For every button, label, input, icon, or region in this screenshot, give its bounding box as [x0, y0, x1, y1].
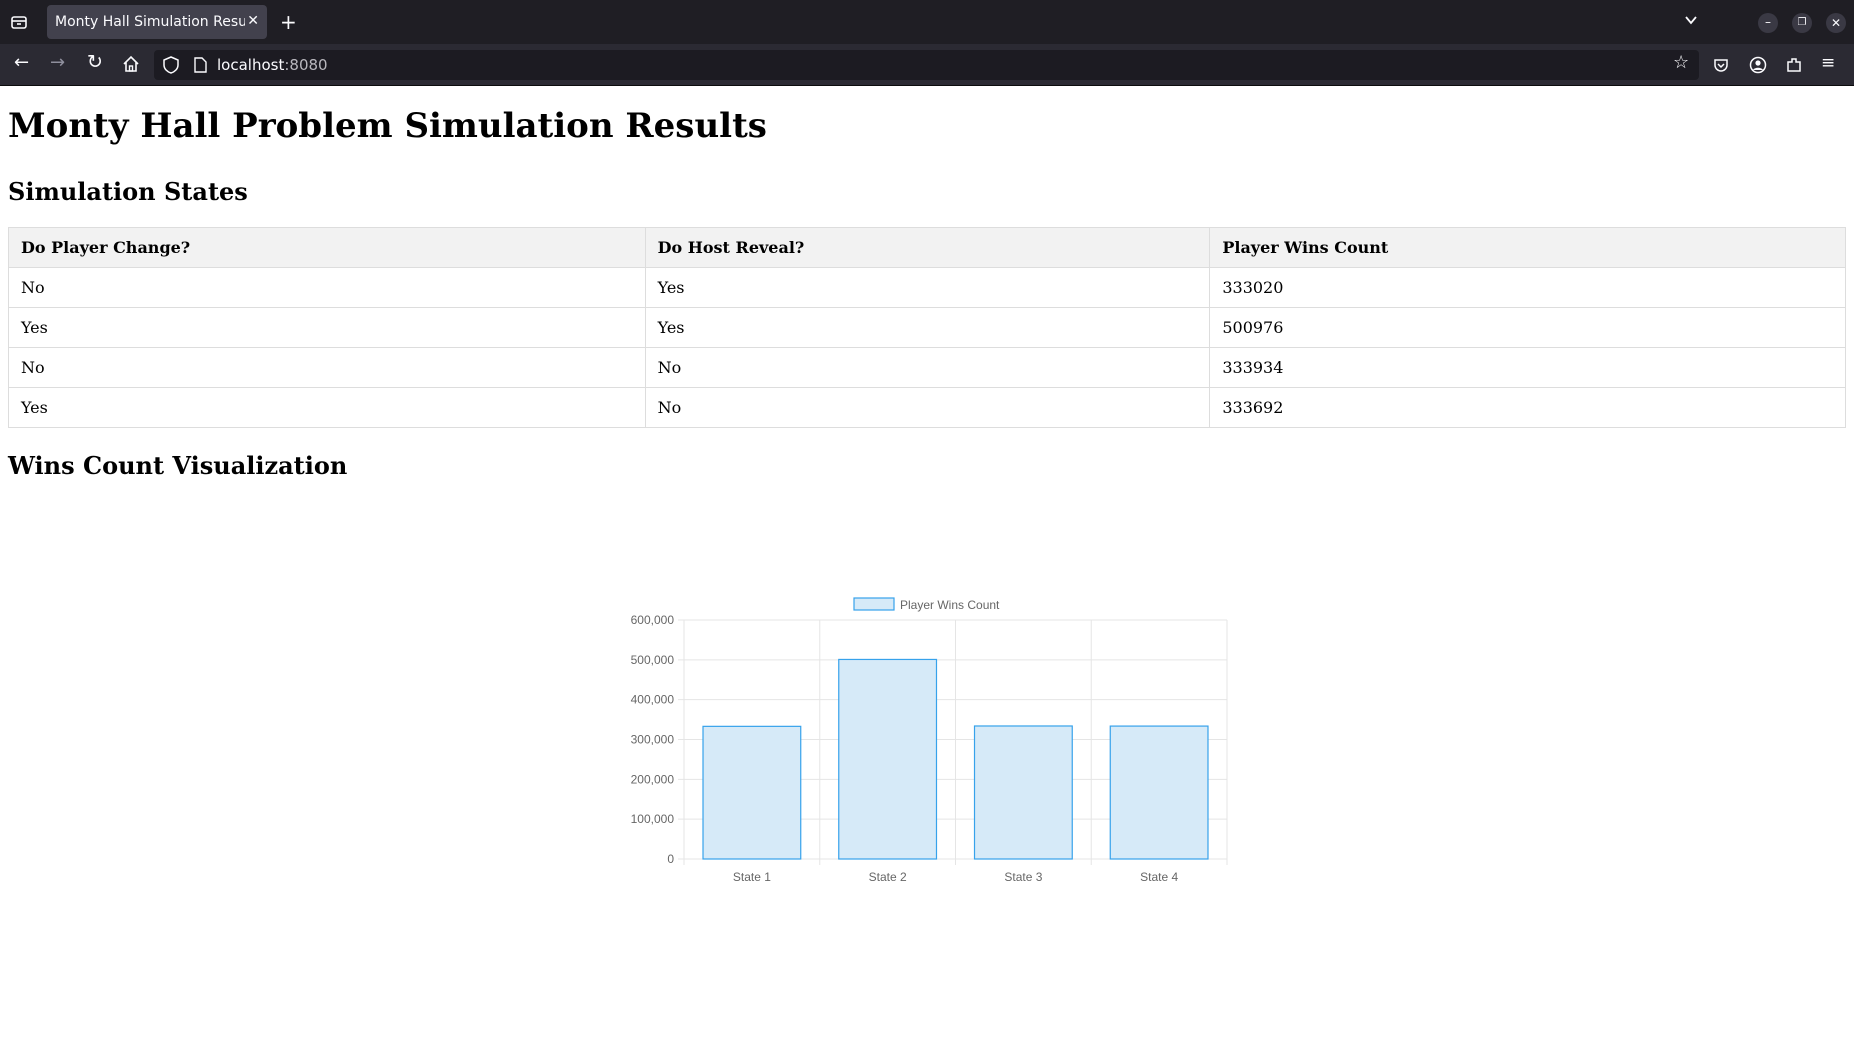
browser-tab-bar: Monty Hall Simulation Results ✕ + – ❐ ✕: [0, 0, 1854, 44]
table-row: Yes Yes 500976: [8, 307, 1846, 348]
y-tick-label: 600,000: [631, 613, 675, 627]
y-tick-label: 0: [667, 852, 674, 866]
y-tick-label: 400,000: [631, 693, 675, 707]
y-tick-label: 100,000: [631, 812, 675, 826]
legend-swatch: [853, 597, 895, 611]
column-header: Do Host Reveal?: [644, 227, 1211, 268]
x-tick-label: State 2: [869, 870, 907, 884]
column-header: Do Player Change?: [8, 227, 646, 268]
extensions-icon[interactable]: [1785, 56, 1803, 77]
tab-close-icon[interactable]: ✕: [247, 13, 259, 29]
bar: [973, 725, 1073, 860]
table-cell: 500976: [1209, 307, 1846, 348]
tab-list-icon[interactable]: [10, 13, 28, 31]
y-tick-label: 300,000: [631, 733, 675, 747]
restore-icon[interactable]: ❐: [1792, 13, 1812, 33]
table-cell: Yes: [8, 387, 646, 428]
states-table: Do Player Change? Do Host Reveal? Player…: [8, 227, 1846, 428]
url-host: localhost: [217, 56, 285, 74]
shield-icon[interactable]: [163, 56, 179, 77]
tab-title: Monty Hall Simulation Results: [55, 14, 245, 30]
table-cell: 333020: [1209, 267, 1846, 308]
page-content: Monty Hall Problem Simulation Results Si…: [0, 86, 1854, 1048]
x-tick-label: State 3: [1004, 870, 1042, 884]
bar: [1109, 725, 1209, 860]
table-cell: No: [644, 387, 1211, 428]
table-row: No No 333934: [8, 347, 1846, 388]
table-cell: No: [8, 347, 646, 388]
url-bar[interactable]: [154, 50, 1699, 80]
url-text[interactable]: localhost:8080: [217, 56, 328, 74]
bar: [838, 658, 938, 860]
pocket-icon[interactable]: [1713, 57, 1729, 76]
reload-icon[interactable]: ↻: [87, 53, 103, 72]
column-header: Player Wins Count: [1209, 227, 1846, 268]
url-port: :8080: [284, 56, 328, 74]
legend-label: Player Wins Count: [900, 598, 1000, 612]
table-cell: Yes: [644, 307, 1211, 348]
x-tick-label: State 4: [1140, 870, 1178, 884]
minimize-icon[interactable]: –: [1758, 13, 1778, 33]
table-cell: 333692: [1209, 387, 1846, 428]
account-icon[interactable]: [1749, 56, 1767, 77]
x-tick-label: State 1: [733, 870, 771, 884]
bar: [702, 725, 802, 860]
y-tick-label: 200,000: [631, 772, 675, 786]
table-header-row: Do Player Change? Do Host Reveal? Player…: [8, 227, 1846, 268]
home-icon[interactable]: [122, 55, 140, 76]
table-cell: Yes: [644, 267, 1211, 308]
forward-icon[interactable]: →: [50, 54, 65, 72]
wins-count-bar-chart: 0 100,000 200,000 300,000 400,000 500,000 600,…: [631, 597, 1228, 884]
bookmark-star-icon[interactable]: ☆: [1673, 54, 1689, 72]
table-cell: No: [644, 347, 1211, 388]
section-title-states: Simulation States: [8, 177, 248, 206]
table-cell: Yes: [8, 307, 646, 348]
close-window-icon[interactable]: ✕: [1826, 13, 1846, 33]
tab-active[interactable]: Monty Hall Simulation Results ✕: [47, 5, 267, 39]
back-icon[interactable]: ←: [14, 54, 29, 72]
list-all-tabs-icon[interactable]: [1683, 12, 1699, 31]
y-tick-label: 500,000: [631, 653, 675, 667]
new-tab-icon[interactable]: +: [280, 12, 297, 32]
section-title-visualization: Wins Count Visualization: [8, 451, 348, 480]
table-cell: 333934: [1209, 347, 1846, 388]
menu-icon[interactable]: ≡: [1821, 55, 1835, 72]
table-row: Yes No 333692: [8, 387, 1846, 428]
table-row: No Yes 333020: [8, 267, 1846, 308]
page-title: Monty Hall Problem Simulation Results: [8, 106, 767, 146]
table-cell: No: [8, 267, 646, 308]
page-icon: [193, 57, 207, 76]
